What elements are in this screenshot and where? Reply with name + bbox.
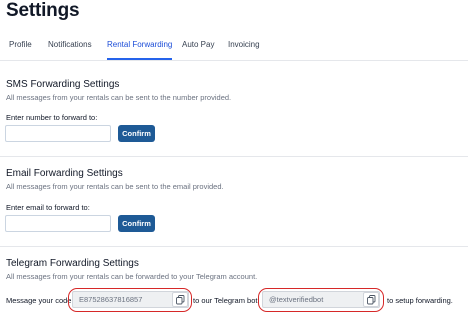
copy-icon <box>367 295 376 305</box>
sms-field-label: Enter number to forward to: <box>6 113 98 122</box>
copy-bot-button[interactable] <box>363 292 379 307</box>
telegram-instruction-prefix: Message your code <box>6 296 72 305</box>
telegram-instruction-middle: to our Telegram bot: <box>193 296 260 305</box>
section-divider <box>0 156 468 157</box>
sms-confirm-button[interactable]: Confirm <box>118 125 155 142</box>
sms-section-description: All messages from your rentals can be se… <box>6 93 232 102</box>
telegram-instruction-suffix: to setup forwarding. <box>387 296 453 305</box>
email-field-label: Enter email to forward to: <box>6 203 90 212</box>
telegram-bot-value: @textverifiedbot <box>269 295 324 304</box>
sms-number-input[interactable] <box>5 125 111 142</box>
sms-section-title: SMS Forwarding Settings <box>6 79 120 90</box>
email-section-title: Email Forwarding Settings <box>6 168 123 179</box>
email-input[interactable] <box>5 215 111 232</box>
tab-notifications[interactable]: Notifications <box>48 38 92 60</box>
tab-auto-pay[interactable]: Auto Pay <box>182 38 214 60</box>
page-title: Settings <box>6 0 80 21</box>
section-divider <box>0 246 468 247</box>
tabs-divider <box>0 60 468 61</box>
tab-profile[interactable]: Profile <box>9 38 32 60</box>
tab-bar: Profile Notifications Rental Forwarding … <box>0 38 474 60</box>
tab-rental-forwarding[interactable]: Rental Forwarding <box>107 38 173 60</box>
telegram-section-description: All messages from your rentals can be fo… <box>6 272 258 281</box>
telegram-section-title: Telegram Forwarding Settings <box>6 258 139 269</box>
copy-icon <box>176 295 185 305</box>
tab-rental-forwarding-label: Rental Forwarding <box>107 40 173 49</box>
tab-invoicing[interactable]: Invoicing <box>228 38 260 60</box>
copy-code-button[interactable] <box>172 292 188 307</box>
email-confirm-button[interactable]: Confirm <box>118 215 155 232</box>
email-section-description: All messages from your rentals can be se… <box>6 182 224 191</box>
telegram-code-value: E87528637816857 <box>79 295 143 304</box>
